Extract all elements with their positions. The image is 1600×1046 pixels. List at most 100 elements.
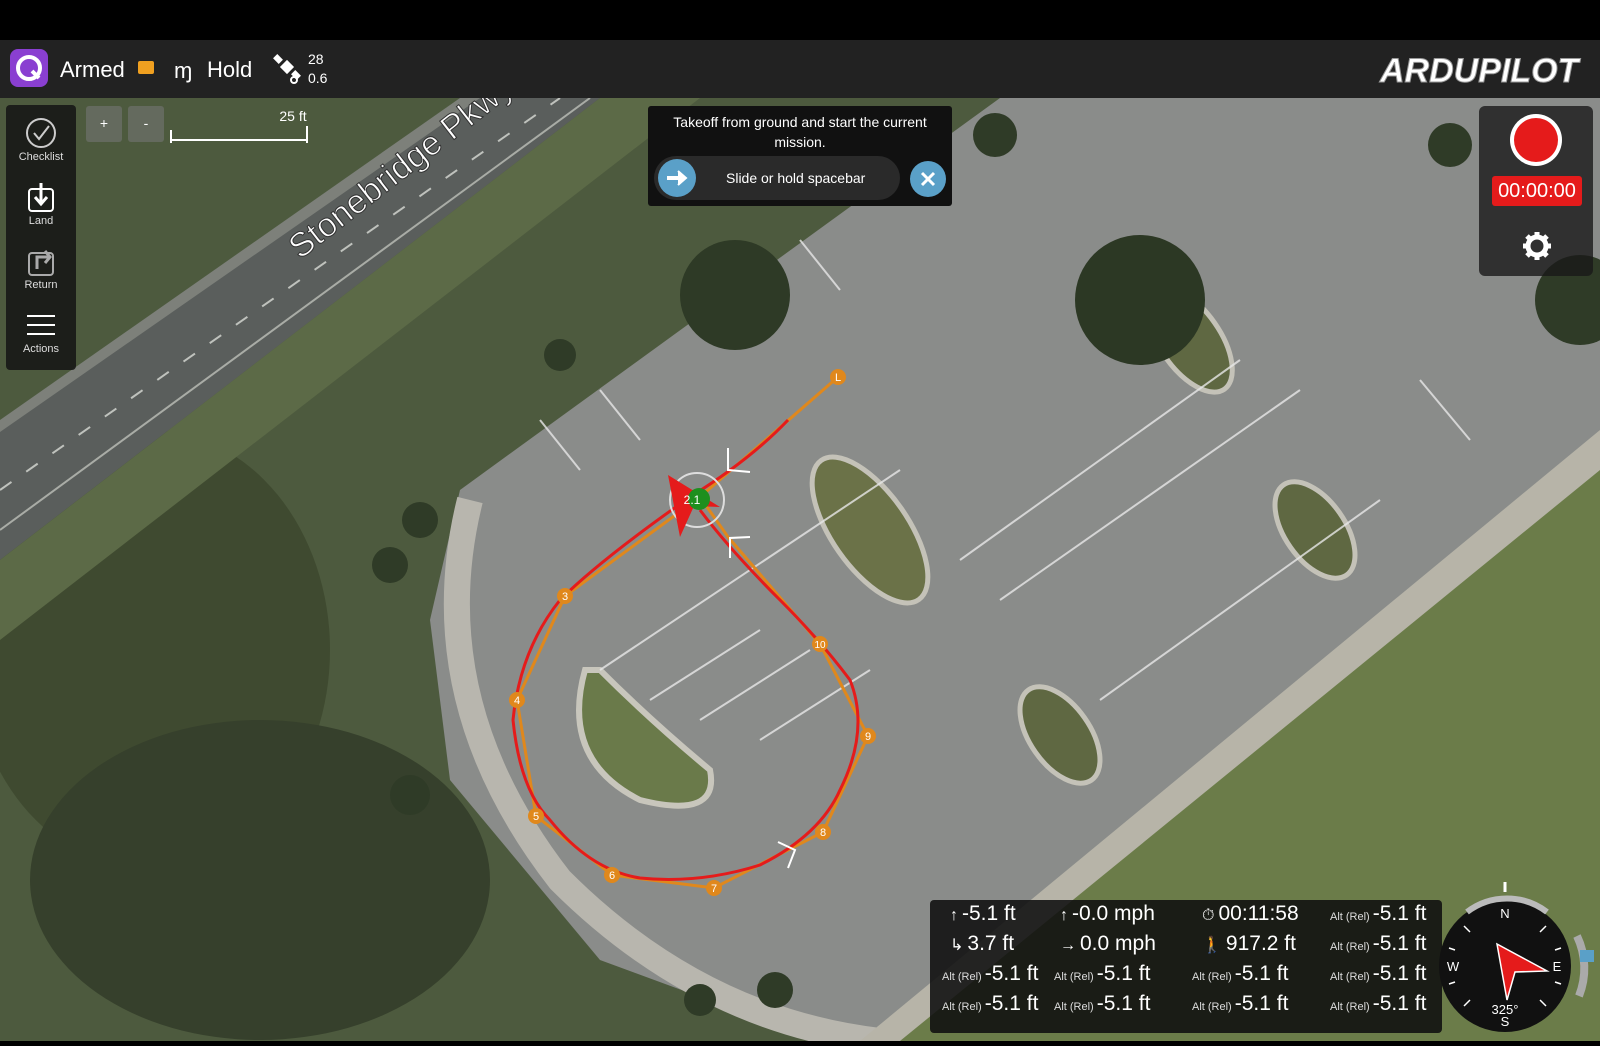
telemetry-value: Alt (Rel) -5.1 ft (1192, 962, 1288, 986)
menu-icon (27, 315, 55, 335)
telemetry-label: Alt (Rel) (1054, 971, 1094, 983)
tool-strip: Checklist Land Return Actions (6, 105, 76, 370)
telemetry-value: → 0.0 mph (1060, 932, 1156, 956)
zoom-in-button[interactable]: + (86, 106, 122, 142)
return-label: Return (24, 279, 58, 291)
satellite-count: 28 (308, 51, 324, 67)
waypoint-label: 10 (814, 640, 826, 651)
telemetry-reading: -5.1 ft (1372, 962, 1427, 985)
telemetry-value: 🚶 917.2 ft (1202, 932, 1296, 956)
telemetry-reading: -5.1 ft (1234, 992, 1289, 1015)
telemetry-reading: -5.1 ft (1096, 962, 1151, 985)
telemetry-value: Alt (Rel) -5.1 ft (1330, 992, 1426, 1016)
tree (372, 547, 408, 583)
compass-dial: N E W S 325° (1439, 882, 1594, 1032)
guided-action-panel: Takeoff from ground and start the curren… (648, 106, 952, 206)
brush-area (30, 720, 490, 1040)
telemetry-label: Alt (Rel) (1192, 1001, 1232, 1013)
telemetry-label: Alt (Rel) (1330, 971, 1370, 983)
top-bar (0, 0, 1600, 40)
telemetry-reading: -5.1 ft (1096, 992, 1151, 1015)
waypoint-label: 5 (533, 811, 539, 823)
telemetry-reading: 0.0 mph (1080, 932, 1156, 955)
gps-hdop: 0.6 (308, 70, 328, 86)
gear-icon[interactable] (1522, 231, 1552, 261)
waypoint-label: 8 (820, 827, 826, 839)
ardupilot-logo-text: ARDUPILOT (1379, 52, 1582, 90)
tree (684, 984, 716, 1016)
tree (1075, 235, 1205, 365)
check-circle-icon (26, 118, 56, 148)
telemetry-panel[interactable]: ↑ -5.1 ft ↑ -0.0 mph ⏱ 00:11:58 Alt (Rel) -5.1 … (930, 900, 1442, 1033)
tree (757, 972, 793, 1008)
compass-e: E (1553, 959, 1562, 974)
land-label: Land (28, 215, 54, 227)
record-button[interactable] (1510, 114, 1562, 166)
return-icon (28, 250, 54, 276)
compass-n: N (1500, 906, 1509, 921)
telemetry-reading: -5.1 ft (1372, 902, 1427, 925)
compass-w: W (1447, 959, 1460, 974)
telemetry-label: Alt (Rel) (1330, 941, 1370, 953)
armed-status[interactable]: Armed (60, 57, 125, 83)
telemetry-value: Alt (Rel) -5.1 ft (942, 992, 1038, 1016)
telemetry-icon: ↑ (950, 907, 958, 924)
tree (1428, 123, 1472, 167)
compass-heading: 325° (1492, 1002, 1519, 1017)
checklist-label: Checklist (18, 151, 64, 163)
telemetry-reading: -5.1 ft (1234, 962, 1289, 985)
telemetry-value: ↑ -5.1 ft (950, 902, 1016, 926)
vehicle-label: 2.1 (684, 493, 701, 507)
slider-handle[interactable] (658, 159, 696, 197)
cancel-button[interactable] (910, 161, 946, 197)
telemetry-reading: 00:11:58 (1218, 902, 1299, 925)
telemetry-icon: ⏱ (1202, 907, 1215, 924)
waypoint-label: 6 (609, 870, 615, 882)
record-timer: 00:00:00 (1492, 176, 1582, 206)
land-icon (28, 183, 54, 212)
telemetry-reading: 3.7 ft (967, 932, 1015, 955)
zoom-out-button[interactable]: - (128, 106, 164, 142)
waypoint-label: 7 (711, 883, 717, 895)
qgc-logo-button[interactable] (10, 49, 48, 87)
checklist-button[interactable]: Checklist (6, 109, 76, 171)
camera-panel: 00:00:00 (1479, 106, 1593, 276)
land-button[interactable]: Land (6, 173, 76, 235)
gps-satellite-icon[interactable] (272, 52, 304, 86)
telemetry-label: Alt (Rel) (1330, 1001, 1370, 1013)
telemetry-value: Alt (Rel) -5.1 ft (1330, 902, 1426, 926)
tree (402, 502, 438, 538)
telemetry-label: Alt (Rel) (942, 971, 982, 983)
waypoint-label: 4 (514, 695, 520, 707)
telemetry-reading: -0.0 mph (1072, 902, 1155, 925)
qgc-logo-icon (16, 55, 42, 81)
telemetry-label: Alt (Rel) (1054, 1001, 1094, 1013)
telemetry-value: ⏱ 00:11:58 (1202, 902, 1299, 926)
telemetry-value: ↑ -0.0 mph (1060, 902, 1155, 926)
telemetry-reading: 917.2 ft (1225, 932, 1296, 955)
slider-label: Slide or hold spacebar (726, 170, 866, 186)
ardupilot-logo: ARDUPILOT (1379, 52, 1583, 91)
actions-label: Actions (22, 343, 60, 355)
telemetry-icon: 🚶 (1202, 937, 1222, 954)
telemetry-value: Alt (Rel) -5.1 ft (942, 962, 1038, 986)
tree (680, 240, 790, 350)
tree (544, 339, 576, 371)
telemetry-value: Alt (Rel) -5.1 ft (1192, 992, 1288, 1016)
flight-mode[interactable]: Hold (207, 57, 252, 83)
compass-widget: N E W S 325° (1437, 876, 1597, 1041)
telemetry-value: Alt (Rel) -5.1 ft (1054, 962, 1150, 986)
confirm-slider[interactable]: Slide or hold spacebar (654, 156, 900, 200)
actions-button[interactable]: Actions (6, 301, 76, 363)
waypoint-label: 9 (865, 731, 871, 743)
telemetry-label: Alt (Rel) (942, 1001, 982, 1013)
return-button[interactable]: Return (6, 237, 76, 299)
telemetry-value: Alt (Rel) -5.1 ft (1054, 992, 1150, 1016)
tree (390, 775, 430, 815)
telemetry-label: Alt (Rel) (1330, 911, 1370, 923)
telemetry-reading: -5.1 ft (962, 902, 1016, 925)
message-icon[interactable] (138, 61, 154, 74)
arrow-right-icon (667, 170, 688, 186)
telemetry-reading: -5.1 ft (1372, 932, 1427, 955)
telemetry-icon: ↳ (950, 937, 964, 954)
